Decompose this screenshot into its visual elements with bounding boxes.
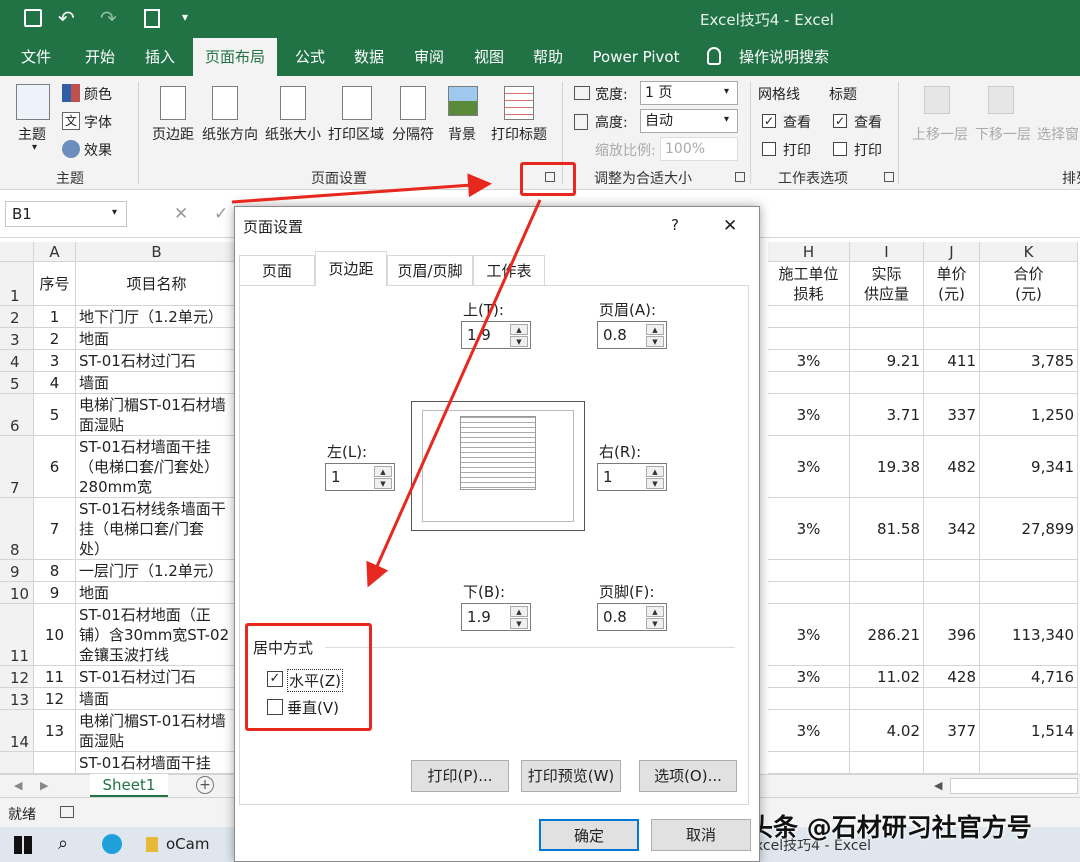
arrow-to-center-options [366, 199, 542, 588]
dialog-tab-margins[interactable]: 页边距 [315, 251, 387, 286]
annotation-arrows [231, 173, 542, 588]
arrow-to-launcher [231, 173, 492, 204]
